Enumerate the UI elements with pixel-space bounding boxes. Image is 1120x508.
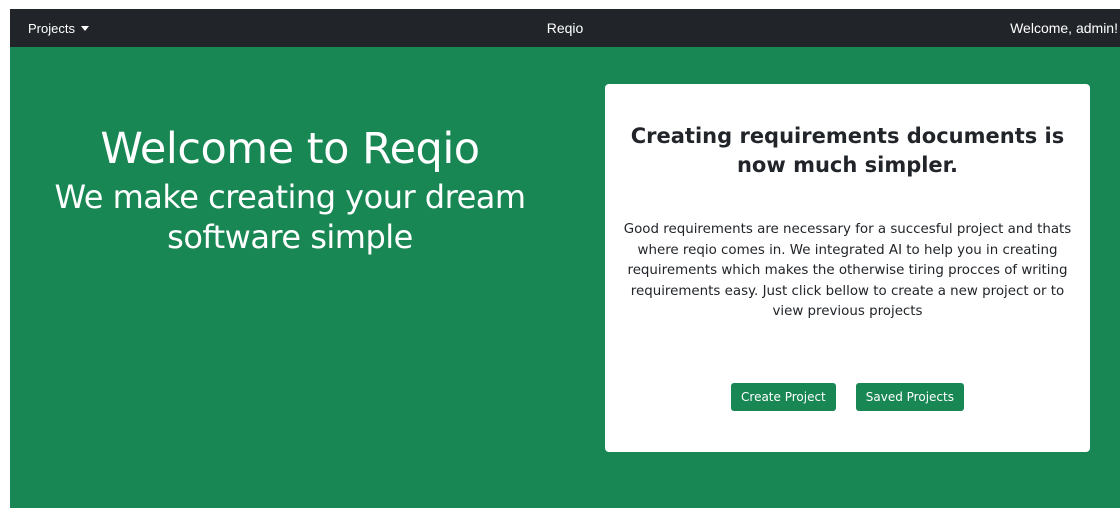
card-button-group: Create Project Saved Projects [605, 383, 1090, 411]
card-title: Creating requirements documents is now m… [630, 124, 1065, 177]
create-project-button[interactable]: Create Project [731, 383, 836, 411]
hero-subtitle: We make creating your dream software sim… [54, 178, 526, 256]
saved-projects-button[interactable]: Saved Projects [855, 383, 964, 411]
welcome-user-text: Welcome, admin! [1010, 20, 1118, 36]
brand-container: Reqio [10, 9, 1120, 47]
hero-section: Welcome to Reqio We make creating your d… [40, 121, 540, 257]
app-frame: Projects Reqio Welcome, admin! Welcome t… [10, 9, 1120, 508]
brand-link[interactable]: Reqio [547, 20, 584, 36]
info-card: Creating requirements documents is now m… [605, 84, 1090, 452]
caret-down-icon [80, 26, 89, 31]
projects-dropdown-label: Projects [28, 20, 75, 36]
card-description: Good requirements are necessary for a su… [623, 222, 1072, 319]
projects-dropdown[interactable]: Projects [28, 9, 89, 47]
hero-title: Welcome to Reqio [100, 124, 480, 174]
top-navbar: Projects Reqio Welcome, admin! [10, 9, 1120, 47]
